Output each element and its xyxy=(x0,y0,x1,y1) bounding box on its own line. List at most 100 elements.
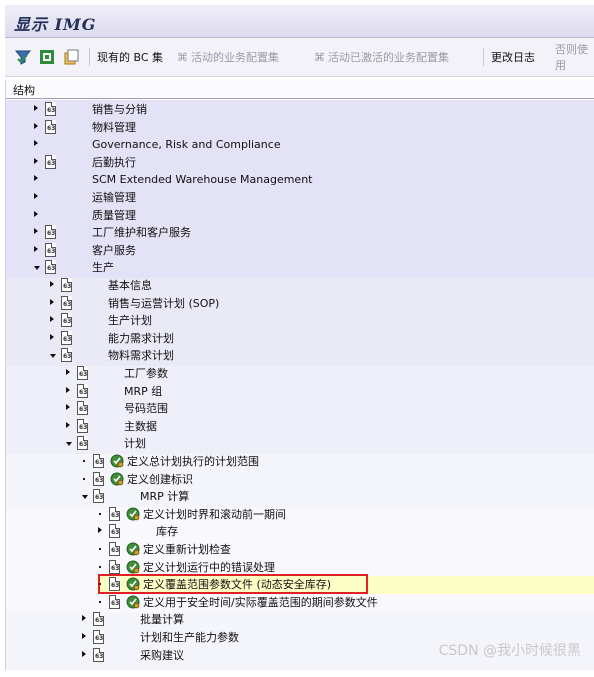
documentation-icon[interactable]: 63 xyxy=(77,383,88,398)
tree-node[interactable]: 63 物料管理 xyxy=(6,119,594,137)
expand-icon[interactable] xyxy=(50,333,54,340)
documentation-icon[interactable]: 63 xyxy=(109,524,120,539)
activated-business-config-button[interactable]: ⌘ 活动已激活的业务配置集 xyxy=(314,46,449,68)
tree-node[interactable]: 63 库存 xyxy=(6,523,594,541)
documentation-icon[interactable]: 63 xyxy=(61,348,72,363)
tree-node[interactable]: 63 定义重新计划检查 xyxy=(6,541,594,559)
tree-node[interactable]: 63 批量计算 xyxy=(6,611,594,629)
documentation-icon[interactable]: 63 xyxy=(109,577,120,592)
collapse-icon[interactable] xyxy=(34,266,40,271)
expand-icon[interactable] xyxy=(82,615,86,622)
tree-node[interactable]: 质量管理 xyxy=(6,207,594,225)
tree-node[interactable]: 63 客户服务 xyxy=(6,242,594,260)
tree-node[interactable]: 63 能力需求计划 xyxy=(6,330,594,348)
tree-node[interactable]: 63 生产计划 xyxy=(6,312,594,330)
execute-icon[interactable] xyxy=(126,577,140,591)
tree-node[interactable]: 63 生产 xyxy=(6,259,594,277)
bc-set-button[interactable]: 现有的 BC 集 xyxy=(97,46,163,68)
tree-node[interactable]: 63 主数据 xyxy=(6,418,594,436)
otherwise-use-button[interactable]: 否则使用 xyxy=(555,43,594,72)
expand-icon[interactable] xyxy=(34,140,38,147)
execute-icon[interactable] xyxy=(110,454,124,468)
expand-icon[interactable] xyxy=(66,369,70,375)
expand-icon[interactable] xyxy=(34,193,38,199)
documentation-icon[interactable]: 63 xyxy=(45,242,56,257)
filter-icon[interactable] xyxy=(14,46,32,68)
tree-node[interactable]: 63 定义创建标识 xyxy=(6,471,594,489)
expand-icon[interactable] xyxy=(34,228,38,235)
documentation-icon[interactable]: 63 xyxy=(77,418,88,433)
documentation-icon[interactable]: 63 xyxy=(45,154,56,169)
documentation-icon[interactable]: 63 xyxy=(109,542,120,556)
expand-icon[interactable] xyxy=(50,298,54,305)
expand-icon[interactable] xyxy=(34,175,38,182)
tree-node-label: 定义计划时界和滚动前一期间 xyxy=(143,507,286,521)
documentation-icon[interactable]: 63 xyxy=(109,559,120,574)
documentation-icon[interactable]: 63 xyxy=(45,225,56,240)
tree-node[interactable]: 63 工厂维护和客户服务 xyxy=(6,224,594,242)
documentation-icon[interactable]: 63 xyxy=(93,471,104,486)
expand-icon[interactable] xyxy=(50,316,54,323)
execute-icon[interactable] xyxy=(126,595,140,609)
expand-icon[interactable] xyxy=(50,281,54,287)
documentation-icon[interactable]: 63 xyxy=(93,630,104,644)
documentation-icon[interactable]: 63 xyxy=(77,366,88,380)
documentation-icon[interactable]: 63 xyxy=(77,436,88,451)
documentation-icon[interactable]: 63 xyxy=(61,313,72,328)
tree-node-label: 物料需求计划 xyxy=(108,349,174,363)
tree-node[interactable]: 63 号码范围 xyxy=(6,400,594,418)
execute-icon[interactable] xyxy=(126,507,140,521)
tree-node[interactable]: 63 定义覆盖范围参数文件 (动态安全库存) xyxy=(6,576,594,594)
documentation-icon[interactable]: 63 xyxy=(45,119,56,134)
tree-node[interactable]: 63 定义计划运行中的错误处理 xyxy=(6,559,594,577)
expand-icon[interactable] xyxy=(34,245,38,252)
expand-icon[interactable] xyxy=(66,386,70,393)
documentation-icon[interactable]: 63 xyxy=(93,612,104,627)
documentation-icon[interactable]: 63 xyxy=(45,102,56,116)
tree-node[interactable]: 63 定义计划时界和滚动前一期间 xyxy=(6,506,594,524)
tree-node[interactable]: 63 物料需求计划 xyxy=(6,347,594,365)
expand-subtree-icon[interactable] xyxy=(38,46,56,68)
documentation-icon[interactable]: 63 xyxy=(93,454,104,468)
expand-icon[interactable] xyxy=(34,210,38,217)
documentation-icon[interactable]: 63 xyxy=(61,330,72,345)
documentation-icon[interactable]: 63 xyxy=(45,260,56,275)
tree-node[interactable]: Governance, Risk and Compliance xyxy=(6,136,594,154)
collapse-icon[interactable] xyxy=(82,495,88,500)
expand-icon[interactable] xyxy=(82,650,86,657)
tree-node[interactable]: 运输管理 xyxy=(6,189,594,207)
expand-icon[interactable] xyxy=(34,157,38,164)
expand-icon[interactable] xyxy=(34,105,38,111)
tree-node[interactable]: 63 后勤执行 xyxy=(6,154,594,172)
documentation-icon[interactable]: 63 xyxy=(93,489,104,504)
documentation-icon[interactable]: 63 xyxy=(61,278,72,292)
documentation-icon[interactable]: 63 xyxy=(77,401,88,416)
documentation-icon[interactable]: 63 xyxy=(61,295,72,310)
tree-node[interactable]: 63 销售与分销 xyxy=(6,101,594,119)
tree-node[interactable]: SCM Extended Warehouse Management xyxy=(6,171,594,189)
expand-icon[interactable] xyxy=(82,633,86,639)
expand-icon[interactable] xyxy=(34,122,38,129)
copy-node-icon[interactable] xyxy=(62,46,80,68)
expand-icon[interactable] xyxy=(66,404,70,411)
tree-node[interactable]: 63 基本信息 xyxy=(6,277,594,295)
tree-node[interactable]: 63 MRP 组 xyxy=(6,383,594,401)
documentation-icon[interactable]: 63 xyxy=(109,506,120,521)
tree-node[interactable]: 63 计划 xyxy=(6,435,594,453)
expand-icon[interactable] xyxy=(66,421,70,428)
expand-icon[interactable] xyxy=(98,527,102,534)
tree-node[interactable]: 63 工厂参数 xyxy=(6,365,594,383)
documentation-icon[interactable]: 63 xyxy=(93,647,104,662)
execute-icon[interactable] xyxy=(126,560,140,574)
execute-icon[interactable] xyxy=(126,542,140,556)
execute-icon[interactable] xyxy=(110,472,124,486)
collapse-icon[interactable] xyxy=(50,354,56,359)
tree-node[interactable]: 63 定义用于安全时间/实际覆盖范围的期间参数文件 xyxy=(6,594,594,612)
documentation-icon[interactable]: 63 xyxy=(109,594,120,609)
change-log-button[interactable]: 更改日志 xyxy=(491,46,535,68)
tree-node[interactable]: 63 MRP 计算 xyxy=(6,488,594,506)
tree-node[interactable]: 63 销售与运营计划 (SOP) xyxy=(6,295,594,313)
active-business-config-button[interactable]: ⌘ 活动的业务配置集 xyxy=(177,46,279,68)
tree-node[interactable]: 63 定义总计划执行的计划范围 xyxy=(6,453,594,471)
collapse-icon[interactable] xyxy=(66,442,72,447)
